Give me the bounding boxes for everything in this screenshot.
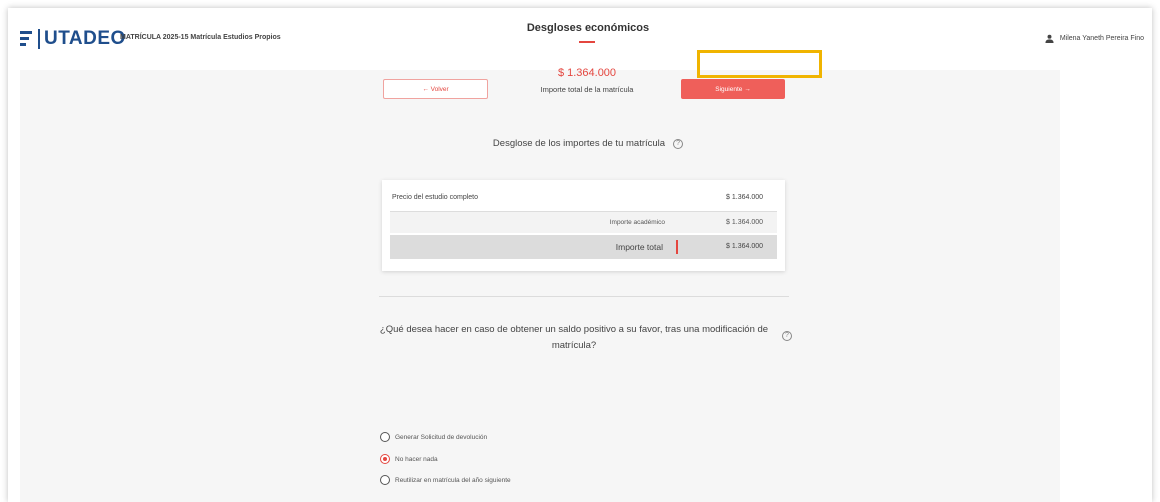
option-label: Generar Solicitud de devolución [395,433,488,441]
main-content [20,70,1060,502]
top-header: UTADEO MATRÍCULA 2025-15 Matrícula Estud… [8,8,1152,70]
option-label: No hacer nada [395,455,438,463]
breakdown-total-row: Importe total $ 1.364.000 [390,235,777,259]
row-value: $ 1.364.000 [726,219,763,226]
radio-option[interactable]: Generar Solicitud de devolución [380,432,487,442]
radio-checked-icon[interactable] [380,454,390,464]
radio-option[interactable]: Reutilizar en matrícula del año siguient… [380,475,511,485]
radio-unchecked-icon[interactable] [380,432,390,442]
next-button[interactable]: Siguiente → [681,79,785,99]
breakdown-row: Precio del estudio completo $ 1.364.000 [382,188,785,210]
radio-unchecked-icon[interactable] [380,475,390,485]
option-label: Reutilizar en matrícula del año siguient… [395,476,511,484]
breakdown-row: Importe académico $ 1.364.000 [390,211,777,233]
user-name: Milena Yaneth Pereira Fino [1059,35,1144,42]
breakdown-heading: Desglose de los importes de tu matrícula… [8,138,1152,149]
row-value: $ 1.364.000 [726,243,763,250]
section-divider [379,296,789,297]
total-marker [676,240,678,254]
title-underline [579,41,595,43]
breadcrumb: MATRÍCULA 2025-15 Matrícula Estudios Pro… [120,34,281,41]
help-icon[interactable]: ? [673,138,684,149]
refund-question: ¿Qué desea hacer en caso de obtener un s… [379,324,769,351]
user-icon [1045,34,1054,43]
row-label: Importe académico [609,219,665,226]
app-window: UTADEO MATRÍCULA 2025-15 Matrícula Estud… [8,8,1152,502]
row-label: Importe total [615,242,663,252]
breakdown-card: Precio del estudio completo $ 1.364.000 … [382,180,785,271]
radio-option[interactable]: No hacer nada [380,454,438,464]
total-label: Importe total de la matrícula [540,85,634,94]
row-value: $ 1.364.000 [726,194,763,201]
help-icon[interactable]: ? [782,331,792,341]
row-label: Precio del estudio completo [392,194,478,201]
highlight-box [697,50,822,78]
breakdown-heading-text: Desglose de los importes de tu matrícula [492,138,666,149]
page-title: Desgloses económicos [526,22,650,34]
back-button[interactable]: ← Volver [383,79,488,99]
total-amount: $ 1.364.000 [557,67,617,79]
user-menu[interactable]: Milena Yaneth Pereira Fino [1045,34,1144,43]
